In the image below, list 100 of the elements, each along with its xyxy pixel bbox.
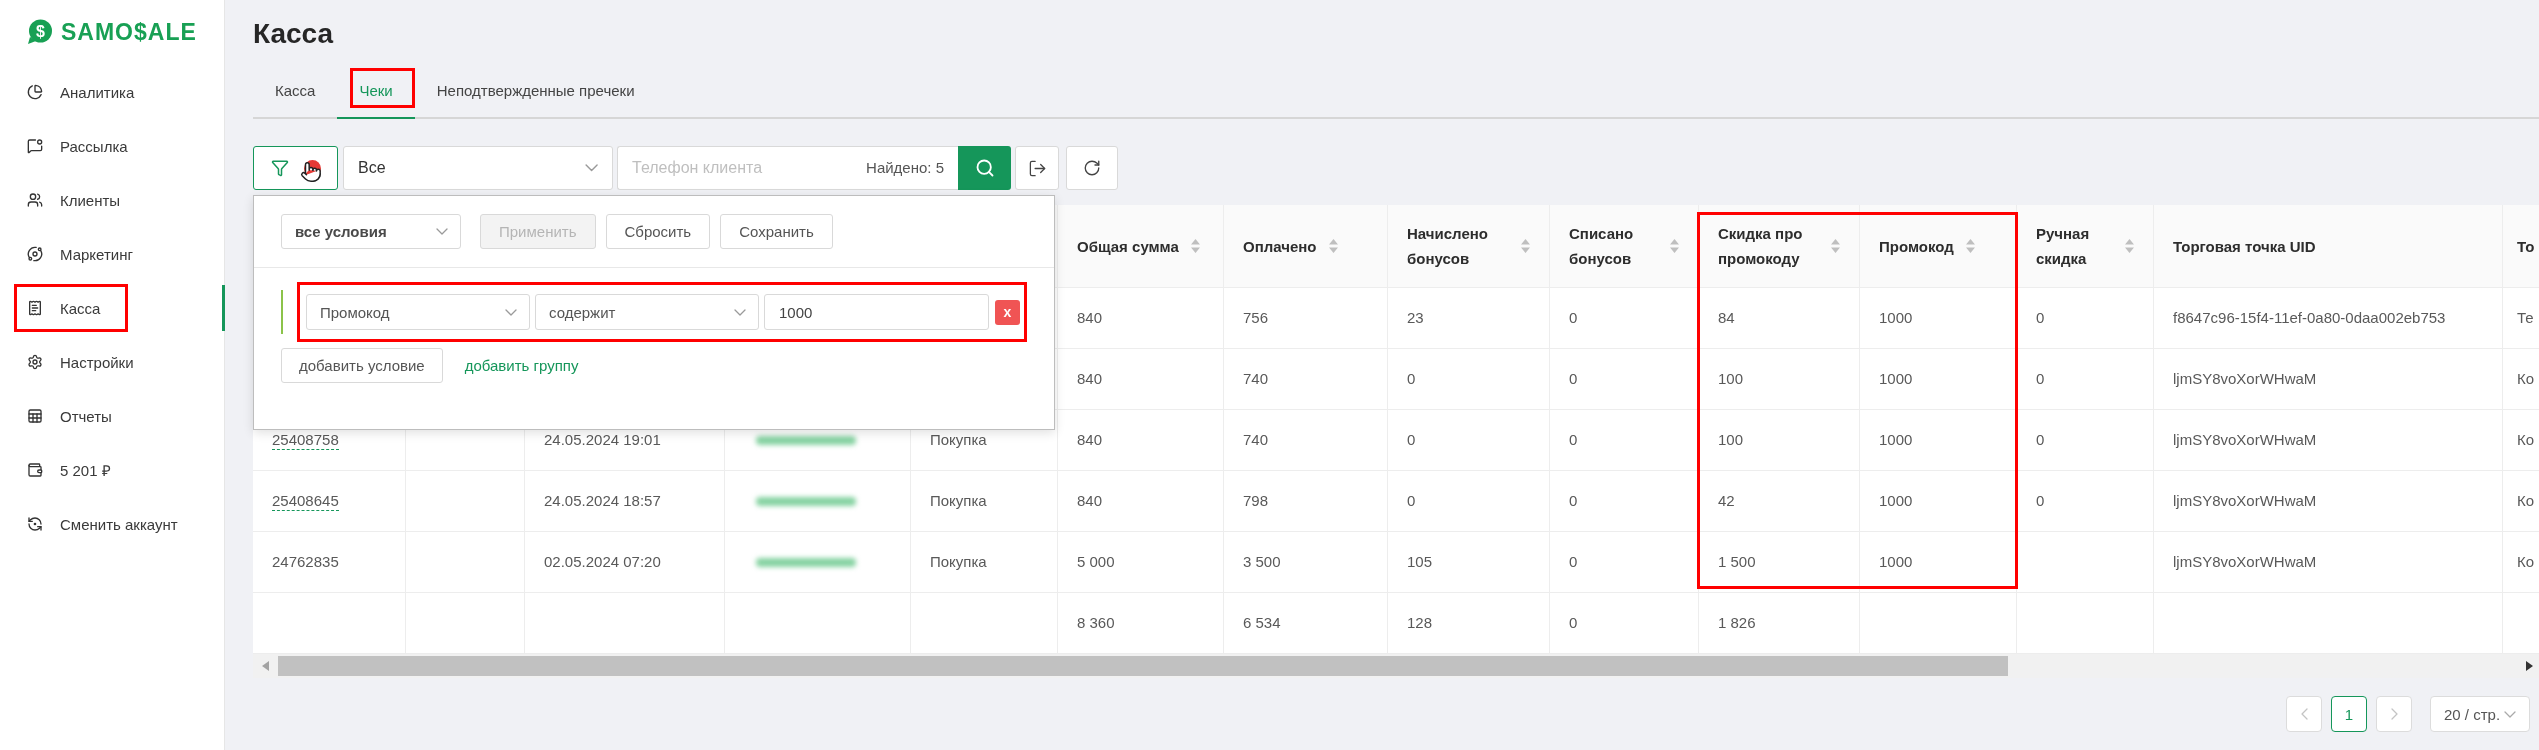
column-title[interactable]: Общая сумма (1077, 233, 1179, 259)
table-cell: ljmSY8voXorWHwaM (2173, 430, 2317, 450)
column-title[interactable]: Оплачено (1243, 233, 1317, 259)
page-size-select[interactable]: 20 / стр. (2430, 696, 2530, 732)
message-icon (27, 138, 43, 154)
table-cell: 740 (1243, 369, 1269, 389)
sidebar-item[interactable]: 5 201 ₽ (0, 447, 225, 493)
search-button[interactable] (958, 146, 1011, 190)
chevron-left-icon (2300, 708, 2308, 720)
sidebar-item[interactable]: Клиенты (0, 177, 225, 223)
column-title[interactable]: Начислено бонусов (1407, 221, 1509, 271)
table-cell: Покупка (930, 552, 987, 572)
export-button[interactable] (1015, 146, 1059, 190)
table-cell: 23 (1407, 308, 1424, 328)
table-cell: 42 (1718, 491, 1735, 511)
total-cell: 6 534 (1243, 613, 1281, 633)
table-cell: 1000 (1879, 491, 1913, 511)
table-cell: 0 (2036, 308, 2045, 328)
sidebar-item[interactable]: Рассылка (0, 123, 225, 169)
table-cell: Ко (2517, 491, 2535, 511)
total-cell: 1 826 (1718, 613, 1756, 633)
match-select[interactable]: все условия (281, 214, 461, 249)
add-condition-button[interactable]: добавить условие (281, 348, 443, 383)
table-cell: 0 (2036, 491, 2045, 511)
panel-button[interactable]: Сбросить (605, 214, 711, 249)
tab[interactable]: Касса (253, 68, 338, 119)
table-cell: 756 (1243, 308, 1269, 328)
column-title[interactable]: Промокод (1879, 233, 1954, 259)
table-cell: ljmSY8voXorWHwaM (2173, 369, 2317, 389)
chevron-down-icon (505, 308, 517, 316)
receipt-link[interactable]: 25408645 (272, 491, 339, 511)
table-cell: 1000 (1879, 552, 1913, 572)
cycle-arrows-icon (27, 516, 43, 532)
panel-button[interactable]: Сохранить (720, 214, 833, 249)
table-cell: Ко (2517, 552, 2535, 572)
table-cell: 0 (1569, 552, 1578, 572)
table-cell: 02.05.2024 07:20 (544, 552, 661, 572)
table-cell: 840 (1077, 491, 1103, 511)
table-cell: 24.05.2024 18:57 (544, 491, 661, 511)
sidebar-item[interactable]: Аналитика (0, 69, 225, 115)
scroll-left-icon[interactable] (262, 661, 269, 671)
refresh-button[interactable] (1066, 146, 1118, 190)
sidebar-item[interactable]: Маркетинг (0, 231, 225, 277)
column-title[interactable]: Ручная скидка (2036, 221, 2113, 271)
tab[interactable]: Неподтвержденные пречеки (414, 68, 657, 119)
refresh-icon (1083, 159, 1101, 177)
chevron-down-icon (436, 228, 448, 235)
column-title: Торговая точка UID (2173, 236, 2316, 257)
sidebar-item[interactable]: Отчеты (0, 393, 225, 439)
table-cell: Ко (2517, 369, 2535, 389)
users-icon (27, 192, 43, 208)
scroll-right-icon[interactable] (2526, 661, 2533, 671)
hand-cursor-icon (300, 161, 322, 183)
chevron-down-icon (2504, 710, 2517, 718)
table-cell: Покупка (930, 430, 987, 450)
table-cell: 0 (1569, 430, 1578, 450)
total-cell: 128 (1407, 613, 1433, 633)
table-cell: f8647c96-15f4-11ef-0a80-0daa002eb753 (2173, 308, 2446, 328)
column-title: То (2517, 236, 2535, 257)
status-select[interactable]: Все (343, 146, 613, 190)
logo-text: SAMO$ALE (61, 19, 197, 44)
found-count: Найдено: 5 (866, 159, 944, 177)
table-cell: 0 (1569, 491, 1578, 511)
table-cell: 105 (1407, 552, 1433, 572)
table-cell: 24762835 (272, 552, 339, 572)
sidebar-item[interactable]: Сменить аккаунт (0, 501, 225, 547)
scrollbar-track[interactable] (253, 654, 2539, 678)
operator-select[interactable]: содержит (535, 294, 759, 330)
column-title[interactable]: Скидка про промокоду (1718, 221, 1819, 271)
column-title[interactable]: Списано бонусов (1569, 221, 1658, 271)
table-cell: 0 (1569, 369, 1578, 389)
table-cell: 740 (1243, 430, 1269, 450)
pie-chart-icon (27, 84, 43, 100)
orbit-icon (27, 246, 43, 262)
table-cell: 840 (1077, 430, 1103, 450)
filter-button[interactable] (253, 146, 338, 190)
add-group-link[interactable]: добавить группу (464, 357, 579, 374)
field-select[interactable]: Промокод (306, 294, 530, 330)
page-button[interactable]: 1 (2331, 696, 2367, 732)
table-cell: 840 (1077, 308, 1103, 328)
table-cell: 1000 (1879, 308, 1913, 328)
sidebar-item[interactable]: Касса (0, 285, 225, 331)
table-cell: 0 (2036, 430, 2045, 450)
settings-icon (27, 354, 43, 370)
receipt-link[interactable]: 25408758 (272, 430, 339, 450)
table-icon (27, 408, 43, 424)
table-cell: 840 (1077, 369, 1103, 389)
table-cell: 1000 (1879, 369, 1913, 389)
funnel-icon (271, 159, 289, 177)
table-cell: Те (2517, 308, 2534, 328)
scrollbar-thumb[interactable] (278, 656, 2008, 676)
table-cell: 798 (1243, 491, 1269, 511)
total-cell: 8 360 (1077, 613, 1115, 633)
table-cell: 0 (1407, 430, 1416, 450)
table-cell: Ко (2517, 430, 2535, 450)
sidebar-item[interactable]: Настройки (0, 339, 225, 385)
chevron-down-icon (584, 164, 598, 172)
table-cell: 0 (2036, 369, 2045, 389)
condition-value-field[interactable]: 1000 (764, 294, 989, 330)
table-cell: 0 (1569, 308, 1578, 328)
